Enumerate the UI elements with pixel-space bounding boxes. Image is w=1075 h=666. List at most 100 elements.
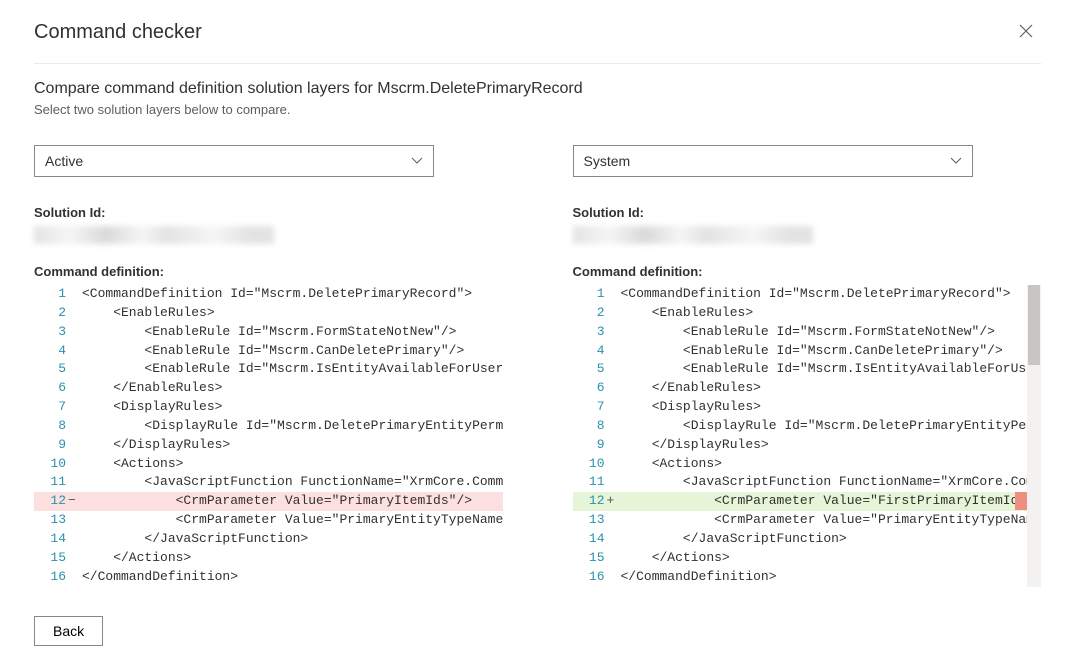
solution-id-label: Solution Id: [573, 205, 1042, 220]
code-text: </Actions> [82, 549, 503, 568]
code-line: 16</CommandDefinition> [34, 568, 503, 587]
line-number: 16 [573, 568, 621, 587]
code-text: <CrmParameter Value="PrimaryItemIds"/> [82, 492, 503, 511]
line-number: 9 [34, 436, 82, 455]
code-line: 3 <EnableRule Id="Mscrm.FormStateNotNew"… [573, 323, 1028, 342]
line-number: 8 [573, 417, 621, 436]
code-line: 5 <EnableRule Id="Mscrm.IsEntityAvailabl… [573, 360, 1028, 379]
code-text: <EnableRule Id="Mscrm.FormStateNotNew"/> [82, 323, 503, 342]
dropdown-value: Active [45, 153, 83, 169]
line-number: 12 [34, 492, 82, 511]
line-number: 10 [34, 455, 82, 474]
code-line: 12 <CrmParameter Value="PrimaryItemIds"/… [34, 492, 503, 511]
line-number: 13 [573, 511, 621, 530]
line-number: 10 [573, 455, 621, 474]
line-number: 7 [34, 398, 82, 417]
code-line: 8 <DisplayRule Id="Mscrm.DeletePrimaryEn… [34, 417, 503, 436]
right-code-viewer[interactable]: 1<CommandDefinition Id="Mscrm.DeletePrim… [573, 285, 1042, 587]
line-number: 6 [573, 379, 621, 398]
code-text: <DisplayRule Id="Mscrm.DeletePrimaryEnti… [82, 417, 503, 436]
line-number: 9 [573, 436, 621, 455]
solution-id-value-redacted [573, 226, 813, 244]
code-text: <EnableRules> [621, 304, 1028, 323]
line-number: 11 [34, 473, 82, 492]
code-line: 14 </JavaScriptFunction> [34, 530, 503, 549]
line-number: 12 [573, 492, 621, 511]
subtitle: Compare command definition solution laye… [34, 80, 1041, 98]
code-text: <EnableRule Id="Mscrm.FormStateNotNew"/> [621, 323, 1028, 342]
dropdown-value: System [584, 153, 631, 169]
page-title: Command checker [34, 21, 202, 44]
line-number: 7 [573, 398, 621, 417]
code-text: <Actions> [621, 455, 1028, 474]
solution-id-value-redacted [34, 226, 274, 244]
code-line: 6 </EnableRules> [573, 379, 1028, 398]
solution-id-label: Solution Id: [34, 205, 503, 220]
code-text: </EnableRules> [621, 379, 1028, 398]
line-number: 4 [573, 342, 621, 361]
line-number: 1 [34, 285, 82, 304]
line-number: 2 [34, 304, 82, 323]
code-line: 7 <DisplayRules> [573, 398, 1028, 417]
code-text: </CommandDefinition> [82, 568, 503, 587]
close-button[interactable] [1011, 18, 1041, 47]
dialog-footer: Back [34, 616, 103, 646]
diff-marker [1015, 492, 1027, 510]
code-text: </CommandDefinition> [621, 568, 1028, 587]
code-line: 15 </Actions> [34, 549, 503, 568]
line-number: 14 [34, 530, 82, 549]
code-text: </JavaScriptFunction> [82, 530, 503, 549]
code-text: <EnableRule Id="Mscrm.CanDeletePrimary"/… [82, 342, 503, 361]
code-line: 12 <CrmParameter Value="FirstPrimaryItem… [573, 492, 1028, 511]
code-line: 2 <EnableRules> [34, 304, 503, 323]
line-number: 15 [34, 549, 82, 568]
code-line: 7 <DisplayRules> [34, 398, 503, 417]
line-number: 14 [573, 530, 621, 549]
code-line: 1<CommandDefinition Id="Mscrm.DeletePrim… [573, 285, 1028, 304]
code-line: 13 <CrmParameter Value="PrimaryEntityTyp… [34, 511, 503, 530]
code-line: 1<CommandDefinition Id="Mscrm.DeletePrim… [34, 285, 503, 304]
left-layer-panel: Active Solution Id: Command definition: … [34, 145, 503, 587]
code-line: 11 <JavaScriptFunction FunctionName="Xrm… [573, 473, 1028, 492]
code-text: <EnableRule Id="Mscrm.IsEntityAvailableF… [82, 360, 503, 379]
code-text: </EnableRules> [82, 379, 503, 398]
code-text: <CrmParameter Value="PrimaryEntityTypeNa… [621, 511, 1028, 530]
code-line: 16</CommandDefinition> [573, 568, 1028, 587]
code-line: 3 <EnableRule Id="Mscrm.FormStateNotNew"… [34, 323, 503, 342]
code-line: 4 <EnableRule Id="Mscrm.CanDeletePrimary… [573, 342, 1028, 361]
left-code-viewer[interactable]: 1<CommandDefinition Id="Mscrm.DeletePrim… [34, 285, 503, 587]
line-number: 16 [34, 568, 82, 587]
code-line: 5 <EnableRule Id="Mscrm.IsEntityAvailabl… [34, 360, 503, 379]
chevron-down-icon [411, 154, 423, 168]
code-line: 6 </EnableRules> [34, 379, 503, 398]
code-line: 9 </DisplayRules> [573, 436, 1028, 455]
code-text: <CrmParameter Value="FirstPrimaryItemId"… [621, 492, 1028, 511]
code-text: </DisplayRules> [82, 436, 503, 455]
right-layer-dropdown[interactable]: System [573, 145, 973, 177]
code-text: <DisplayRule Id="Mscrm.DeletePrimaryEnti… [621, 417, 1028, 436]
code-text: <CrmParameter Value="PrimaryEntityTypeNa… [82, 511, 503, 530]
code-line: 14 </JavaScriptFunction> [573, 530, 1028, 549]
line-number: 1 [573, 285, 621, 304]
line-number: 6 [34, 379, 82, 398]
back-button[interactable]: Back [34, 616, 103, 646]
line-number: 8 [34, 417, 82, 436]
code-text: <EnableRule Id="Mscrm.CanDeletePrimary"/… [621, 342, 1028, 361]
line-number: 2 [573, 304, 621, 323]
right-layer-panel: System Solution Id: Command definition: … [573, 145, 1042, 587]
line-number: 15 [573, 549, 621, 568]
line-number: 3 [34, 323, 82, 342]
code-text: <EnableRules> [82, 304, 503, 323]
code-line: 13 <CrmParameter Value="PrimaryEntityTyp… [573, 511, 1028, 530]
code-line: 2 <EnableRules> [573, 304, 1028, 323]
code-text: <DisplayRules> [621, 398, 1028, 417]
left-layer-dropdown[interactable]: Active [34, 145, 434, 177]
code-line: 8 <DisplayRule Id="Mscrm.DeletePrimaryEn… [573, 417, 1028, 436]
instruction-text: Select two solution layers below to comp… [34, 102, 1041, 117]
code-text: </DisplayRules> [621, 436, 1028, 455]
line-number: 5 [573, 360, 621, 379]
vertical-scrollbar[interactable] [1027, 285, 1041, 587]
code-text: </Actions> [621, 549, 1028, 568]
code-text: <JavaScriptFunction FunctionName="XrmCor… [621, 473, 1028, 492]
scrollbar-thumb[interactable] [1028, 285, 1040, 365]
